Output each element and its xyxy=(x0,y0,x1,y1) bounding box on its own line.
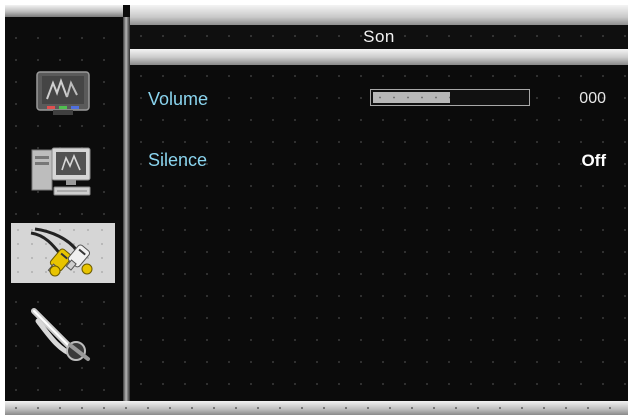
footer-bar xyxy=(5,401,628,415)
rca-audio-cables-icon xyxy=(30,227,93,277)
sidebar-item-settings[interactable] xyxy=(11,305,115,365)
header-bar xyxy=(130,5,628,25)
sub-header-bar xyxy=(130,49,628,65)
sidebar xyxy=(5,5,123,415)
sidebar-divider xyxy=(123,17,130,401)
volume-slider[interactable] xyxy=(370,89,530,106)
sidebar-item-picture[interactable] xyxy=(11,63,115,123)
menu-title: Son xyxy=(363,27,395,46)
tools-pliers-icon xyxy=(31,308,90,361)
sidebar-item-pc[interactable] xyxy=(11,141,115,201)
silence-value: Off xyxy=(581,151,606,170)
volume-label: Volume xyxy=(148,89,209,109)
sidebar-top-bar xyxy=(5,5,123,17)
volume-slider-fill xyxy=(373,92,450,103)
pc-computer-icon xyxy=(31,147,91,196)
picture-tv-icon xyxy=(36,71,90,115)
silence-label: Silence xyxy=(148,150,208,170)
osd-menu: Son Volume 000 Silence Off xyxy=(5,5,628,415)
volume-value: 000 xyxy=(579,90,606,107)
sidebar-item-audio[interactable] xyxy=(11,223,115,283)
settings-content: Volume 000 Silence Off xyxy=(130,65,628,401)
title-bar: Son xyxy=(130,25,628,49)
